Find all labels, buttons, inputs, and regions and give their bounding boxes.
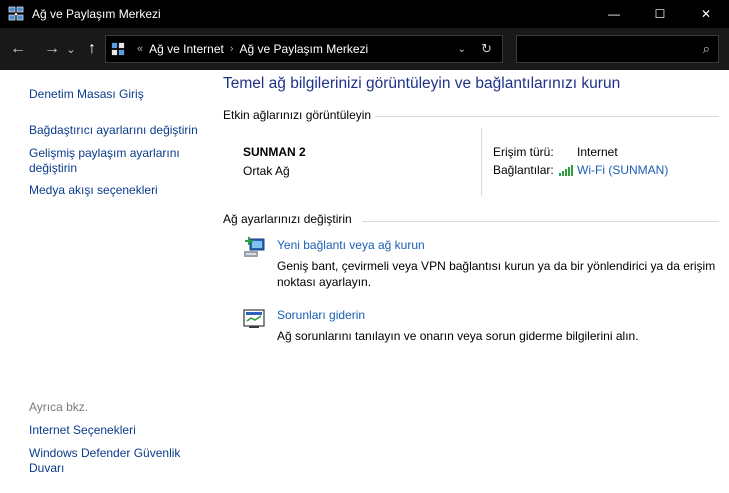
sidebar-item-internet-options[interactable]: Internet Seçenekleri xyxy=(29,423,199,438)
close-icon: ✕ xyxy=(700,7,712,21)
search-icon[interactable]: ⌕ xyxy=(703,41,710,57)
setup-new-connection-link[interactable]: Yeni bağlantı veya ağ kurun xyxy=(277,238,425,252)
minimize-button[interactable]: — xyxy=(591,0,637,28)
address-dropdown-icon[interactable]: ⌄ xyxy=(458,44,466,55)
section-divider xyxy=(362,221,719,222)
search-input[interactable] xyxy=(521,39,695,61)
network-category: Ortak Ağ xyxy=(243,164,290,178)
sidebar-item-control-panel-home[interactable]: Denetim Masası Giriş xyxy=(29,87,199,102)
maximize-icon: ☐ xyxy=(654,7,666,21)
access-type-value: Internet xyxy=(577,145,618,159)
search-box[interactable]: ⌕ xyxy=(516,35,719,63)
breadcrumb-network-center[interactable]: Ağ ve Paylaşım Merkezi xyxy=(240,42,369,56)
vertical-divider xyxy=(481,128,482,196)
connections-label: Bağlantılar: xyxy=(493,163,554,177)
wifi-signal-icon xyxy=(559,165,573,176)
title-bar: Ağ ve Paylaşım Merkezi — ☐ ✕ xyxy=(0,0,729,28)
control-panel-icon xyxy=(111,42,125,56)
troubleshoot-link[interactable]: Sorunları giderin xyxy=(277,308,365,322)
overflow-chevron-icon[interactable]: « xyxy=(137,43,143,55)
wifi-connection-link[interactable]: Wi-Fi (SUNMAN) xyxy=(577,163,668,177)
navigation-bar: ← → ⌄ ↑ « Ağ ve Internet › Ağ ve Paylaşı… xyxy=(0,28,729,70)
sidebar-item-defender-firewall[interactable]: Windows Defender Güvenlik Duvarı xyxy=(29,446,189,476)
page-title: Temel ağ bilgilerinizi görüntüleyin ve b… xyxy=(223,75,621,92)
troubleshoot-description: Ağ sorunlarını tanılayın ve onarın veya … xyxy=(277,329,639,343)
troubleshoot-icon xyxy=(243,309,265,328)
section-divider xyxy=(375,116,719,117)
window-title: Ağ ve Paylaşım Merkezi xyxy=(32,7,161,21)
see-also-heading: Ayrıca bkz. xyxy=(29,400,89,414)
maximize-button[interactable]: ☐ xyxy=(637,0,683,28)
sidebar-item-advanced-sharing[interactable]: Gelişmiş paylaşım ayarlarını değiştirin xyxy=(29,146,189,176)
active-networks-heading: Etkin ağlarınızı görüntüleyin xyxy=(223,108,372,122)
connections-link[interactable]: Wi-Fi (SUNMAN) xyxy=(558,163,668,177)
sidebar-item-media-streaming[interactable]: Medya akışı seçenekleri xyxy=(29,183,199,198)
network-center-icon xyxy=(8,6,24,21)
breadcrumb-network-internet[interactable]: Ağ ve Internet xyxy=(149,42,224,56)
sidebar: Denetim Masası Giriş Bağdaştırıcı ayarla… xyxy=(0,70,210,493)
main-content: Temel ağ bilgilerinizi görüntüleyin ve b… xyxy=(210,70,729,493)
change-settings-heading: Ağ ayarlarınızı değiştirin xyxy=(223,212,352,226)
setup-new-connection-description: Geniş bant, çevirmeli veya VPN bağlantıs… xyxy=(277,259,716,289)
minimize-icon: — xyxy=(608,7,620,21)
forward-arrow-icon[interactable]: → xyxy=(40,40,64,58)
breadcrumb-separator-icon[interactable]: › xyxy=(230,43,234,55)
sidebar-item-adapter-settings[interactable]: Bağdaştırıcı ayarlarını değiştirin xyxy=(29,123,199,138)
refresh-icon[interactable]: ↻ xyxy=(481,41,492,57)
address-bar[interactable]: « Ağ ve Internet › Ağ ve Paylaşım Merkez… xyxy=(105,35,503,63)
close-button[interactable]: ✕ xyxy=(683,0,729,28)
network-name: SUNMAN 2 xyxy=(243,145,306,159)
network-setup-icon xyxy=(244,237,265,257)
access-type-label: Erişim türü: xyxy=(493,145,554,159)
back-arrow-icon[interactable]: ← xyxy=(6,40,30,58)
up-arrow-icon[interactable]: ↑ xyxy=(80,40,104,58)
recent-locations-icon[interactable]: ⌄ xyxy=(64,43,78,56)
